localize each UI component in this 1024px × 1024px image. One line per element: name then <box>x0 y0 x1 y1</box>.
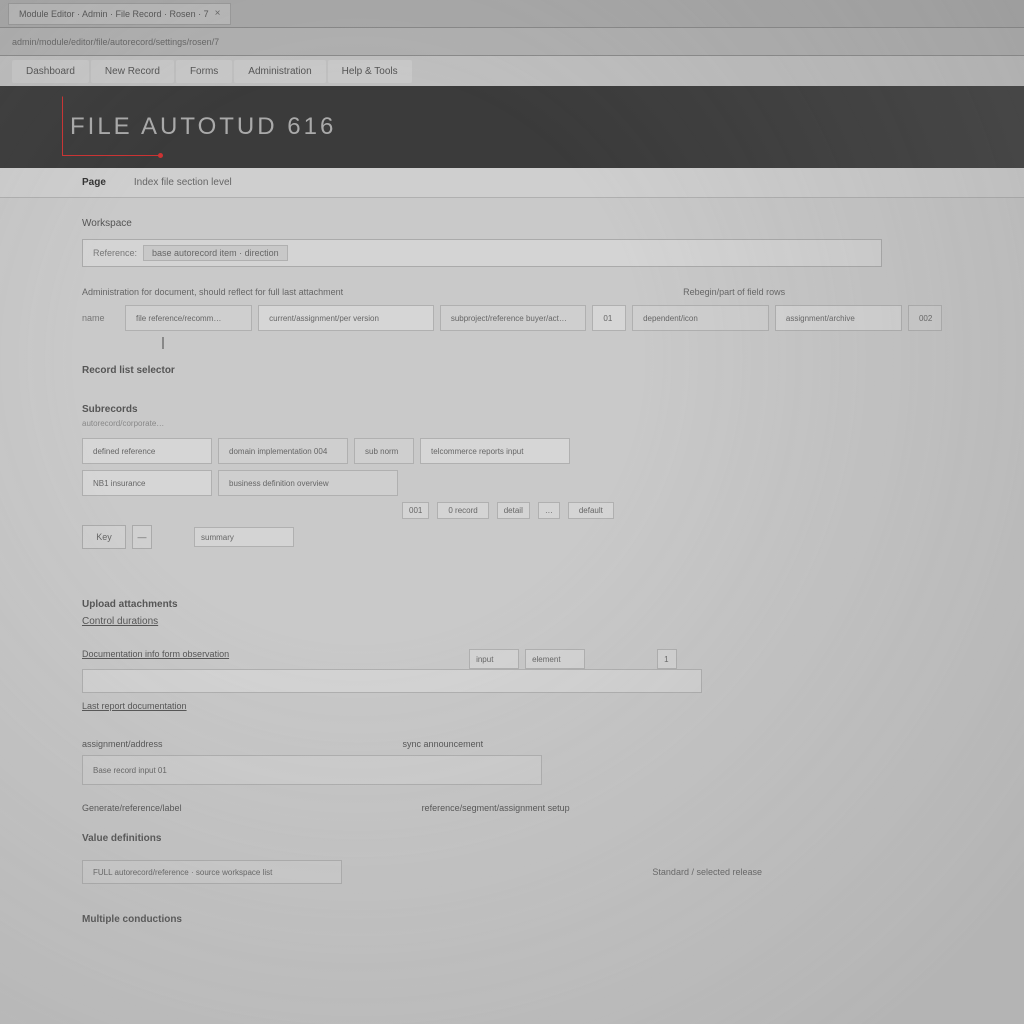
top-nav: Dashboard New Record Forms Administratio… <box>0 56 1024 86</box>
data-row-2: defined reference domain implementation … <box>82 438 942 464</box>
pill-e[interactable]: default <box>568 502 614 519</box>
subnav-page[interactable]: Page <box>82 177 106 188</box>
close-icon[interactable]: × <box>215 8 221 19</box>
nav-new-record[interactable]: New Record <box>91 60 174 83</box>
tab-title: Module Editor · Admin · File Record · Ro… <box>19 9 209 19</box>
subnav-details[interactable]: Index file section level <box>134 177 232 188</box>
tick-mark-icon <box>162 337 164 349</box>
pill-b[interactable]: 0 record <box>437 502 488 519</box>
value-def-field[interactable]: FULL autorecord/reference · source works… <box>82 860 342 884</box>
url-text: admin/module/editor/file/autorecord/sett… <box>12 37 219 47</box>
key-val[interactable]: — <box>132 525 152 549</box>
row1-label: name <box>82 313 119 323</box>
row1-cell-1[interactable]: file reference/recomm… <box>125 305 252 331</box>
pill-a[interactable]: 001 <box>402 502 429 519</box>
form-box-c-chip: Base record input 01 <box>93 766 167 775</box>
section-multiple-label: Multiple conductions <box>82 914 942 925</box>
content-area: Workspace Reference: base autorecord ite… <box>0 198 1024 955</box>
form-row-d-right: reference/segment/assignment setup <box>422 803 570 813</box>
row2-cell-1[interactable]: defined reference <box>82 438 212 464</box>
nav-help[interactable]: Help & Tools <box>328 60 412 83</box>
row-header-labels: Administration for document, should refl… <box>82 287 942 297</box>
form-pill-b[interactable]: element <box>525 649 585 669</box>
section-subrecords-sub: autorecord/corporate… <box>82 419 942 428</box>
browser-tab-bar: Module Editor · Admin · File Record · Ro… <box>0 0 1024 28</box>
form-label-right: sync announcement <box>403 739 484 749</box>
right-banner-text: Standard / selected release <box>652 867 762 877</box>
form-box-c[interactable]: Base record input 01 <box>82 755 542 785</box>
pill-c[interactable]: detail <box>497 502 530 519</box>
form-row-a: Documentation info form observation inpu… <box>82 649 942 669</box>
row3-cell-2[interactable]: business definition overview <box>218 470 398 496</box>
data-row-3: NB1 insurance business definition overvi… <box>82 470 942 496</box>
pill-row: 001 0 record detail … default <box>402 502 942 519</box>
form-input-a[interactable] <box>82 669 702 693</box>
workspace-field-prefix: Reference: <box>93 248 137 258</box>
row2-cell-3[interactable]: sub norm <box>354 438 414 464</box>
section-workspace-label: Workspace <box>82 218 942 229</box>
section-selector-label: Record list selector <box>82 365 942 376</box>
sub-nav: Page Index file section level <box>0 168 1024 198</box>
form-label-c: assignment/address <box>82 739 163 749</box>
row1-cell-3[interactable]: subproject/reference buyer/act… <box>440 305 587 331</box>
form-row-c: assignment/address sync announcement <box>82 739 942 749</box>
nav-dashboard[interactable]: Dashboard <box>12 60 89 83</box>
form-pill-a[interactable]: input <box>469 649 519 669</box>
row-label-right: Rebegin/part of field rows <box>683 287 785 297</box>
nav-administration[interactable]: Administration <box>234 60 325 83</box>
page-title: FILE AUTOTUD 616 <box>70 113 336 141</box>
row1-cell-5[interactable]: dependent/icon <box>632 305 769 331</box>
data-row-1: name file reference/recomm… current/assi… <box>82 305 942 331</box>
form-label-a: Documentation info form observation <box>82 649 229 659</box>
workspace-field[interactable]: Reference: base autorecord item · direct… <box>82 239 882 267</box>
browser-tab[interactable]: Module Editor · Admin · File Record · Ro… <box>8 3 231 25</box>
row1-cell-6[interactable]: assignment/archive <box>775 305 902 331</box>
key-row: Key — summary <box>82 525 942 549</box>
section-subrecords-label: Subrecords <box>82 404 942 415</box>
browser-url-bar[interactable]: admin/module/editor/file/autorecord/sett… <box>0 28 1024 56</box>
row1-cell-7[interactable]: 002 <box>908 305 942 331</box>
row3-cell-1[interactable]: NB1 insurance <box>82 470 212 496</box>
row2-cell-4[interactable]: telcommerce reports input <box>420 438 570 464</box>
section-upload-sub: Control durations <box>82 616 942 627</box>
row-label-left: Administration for document, should refl… <box>82 287 343 297</box>
form-side-1[interactable]: 1 <box>657 649 677 669</box>
row1-cell-4[interactable]: 01 <box>592 305 626 331</box>
section-value-label: Value definitions <box>82 833 942 844</box>
form-row-d: Generate/reference/label reference/segme… <box>82 803 942 813</box>
form-box-row: Base record input 01 <box>82 755 942 785</box>
workspace-field-value: base autorecord item · direction <box>143 245 288 261</box>
row1-cell-2[interactable]: current/assignment/per version <box>258 305 434 331</box>
key-chip[interactable]: summary <box>194 527 294 547</box>
row2-cell-2[interactable]: domain implementation 004 <box>218 438 348 464</box>
form-label-b: Last report documentation <box>82 701 942 711</box>
pill-d[interactable]: … <box>538 502 560 519</box>
nav-forms[interactable]: Forms <box>176 60 232 83</box>
key-button[interactable]: Key <box>82 525 126 549</box>
hero-banner: FILE AUTOTUD 616 <box>0 86 1024 168</box>
section-upload-label: Upload attachments <box>82 599 942 610</box>
form-row-d-left: Generate/reference/label <box>82 803 182 813</box>
